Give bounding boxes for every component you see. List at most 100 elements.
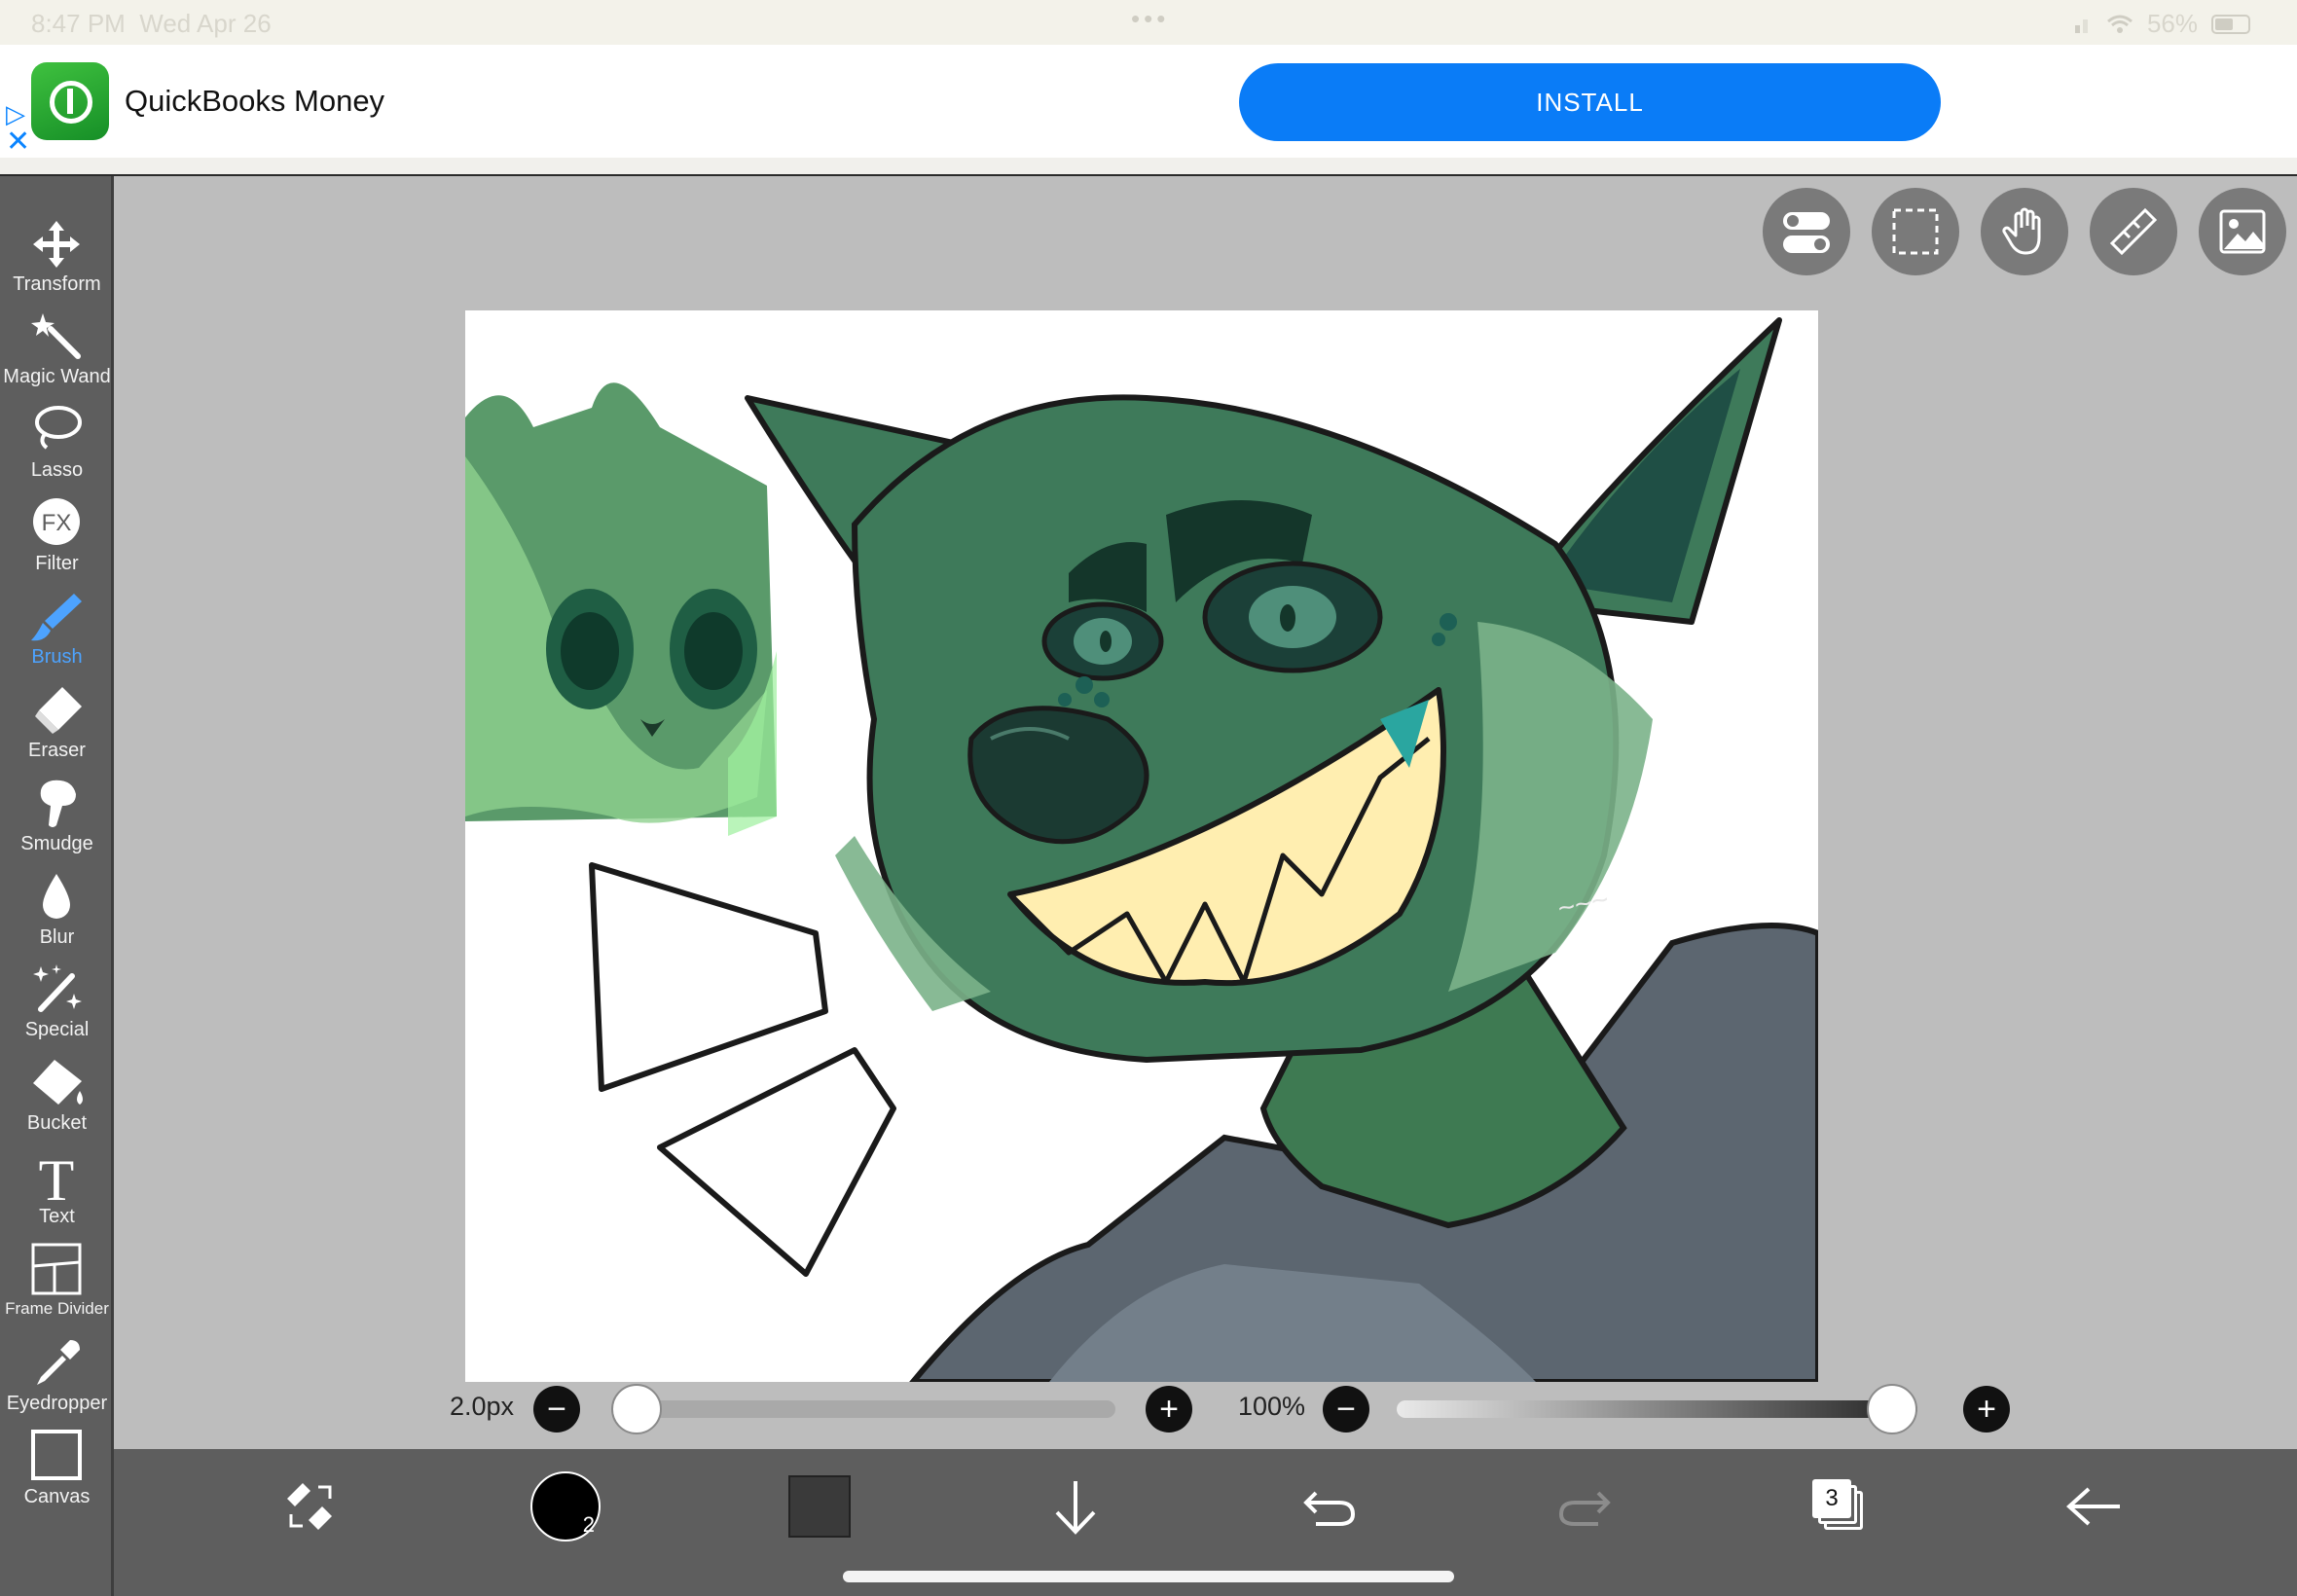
tool-frame-divider[interactable]: Frame Divider [0, 1243, 114, 1334]
tool-label: Bucket [26, 1112, 88, 1134]
battery-percent: 56% [2146, 9, 2198, 38]
tool-label: Blur [39, 926, 75, 948]
lasso-icon [35, 406, 82, 450]
ad-banner-shadow [0, 158, 2297, 174]
selection-icon [1892, 208, 1939, 255]
tool-filter[interactable]: FX Filter [0, 496, 114, 588]
opacity-increase-button[interactable]: + [1963, 1386, 2010, 1433]
download-button[interactable] [1037, 1468, 1114, 1545]
tool-text[interactable]: T Text [0, 1149, 114, 1241]
brush-picker-button[interactable]: 2 [527, 1468, 604, 1545]
toggles-icon [1783, 212, 1830, 253]
tool-magic-wand[interactable]: Magic Wand [0, 309, 114, 401]
tool-label: Lasso [30, 459, 84, 481]
selection-button[interactable] [1872, 188, 1959, 275]
svg-text:T: T [39, 1149, 75, 1204]
tool-lasso[interactable]: Lasso [0, 403, 114, 494]
smudge-icon [40, 780, 76, 827]
quickbooks-app-icon[interactable] [31, 62, 109, 140]
tool-sidebar: Transform Magic Wand Lasso FX Filter Bru… [0, 176, 114, 1596]
install-button[interactable]: INSTALL [1239, 63, 1941, 141]
multitasking-dots[interactable]: ••• [1131, 4, 1169, 34]
arrow-down-icon [1055, 1481, 1096, 1535]
tool-blur[interactable]: Blur [0, 870, 114, 961]
tool-label: Brush [31, 646, 83, 668]
arrow-left-icon [2066, 1487, 2120, 1526]
home-indicator[interactable] [843, 1571, 1454, 1582]
ruler-icon [2109, 207, 2158, 256]
fx-icon: FX [33, 498, 80, 545]
tool-label: Smudge [20, 833, 93, 854]
svg-text:FX: FX [42, 510, 72, 536]
layers-button[interactable]: 3 [1801, 1468, 1878, 1545]
plus-icon: + [1977, 1391, 1996, 1428]
brush-icon [31, 594, 82, 641]
status-time: 8:47 PM Wed Apr 26 [31, 9, 272, 38]
color-swatch-button[interactable] [781, 1468, 858, 1545]
layers-icon: 3 [1812, 1479, 1867, 1534]
image-icon [2219, 209, 2266, 254]
ad-divider [0, 174, 2297, 176]
tool-label: Transform [13, 273, 101, 295]
redo-icon [1558, 1491, 1611, 1526]
undo-button[interactable] [1291, 1468, 1368, 1545]
minus-icon: − [547, 1391, 566, 1428]
magic-wand-icon [31, 313, 81, 359]
tool-smudge[interactable]: Smudge [0, 777, 114, 868]
text-icon: T [39, 1149, 75, 1204]
move-arrows-icon [33, 221, 80, 268]
eraser-icon [35, 687, 82, 734]
brush-size-label: 2.0px [450, 1392, 515, 1421]
tool-eraser[interactable]: Eraser [0, 683, 114, 775]
canvas-icon [31, 1430, 82, 1480]
tool-label: Canvas [23, 1486, 91, 1507]
drawing-canvas[interactable]: ~~~ [465, 310, 1818, 1382]
tool-label: Filter [35, 553, 79, 574]
hand-tool-button[interactable] [1981, 188, 2068, 275]
layer-settings-button[interactable] [1763, 188, 1850, 275]
ruler-button[interactable] [2090, 188, 2177, 275]
brush-eraser-swap-button[interactable] [272, 1468, 349, 1545]
status-right: 56% [2073, 9, 2250, 39]
status-bar: 8:47 PM Wed Apr 26 ••• 56% [0, 0, 2297, 45]
brush-size-slider[interactable] [611, 1400, 1115, 1418]
brush-size-increase-button[interactable]: + [1146, 1386, 1192, 1433]
tool-transform[interactable]: Transform [0, 217, 114, 308]
tool-brush[interactable]: Brush [0, 590, 114, 681]
tool-label: Magic Wand [3, 366, 111, 387]
eyedropper-icon [37, 1340, 80, 1385]
signal-icon [2074, 18, 2088, 33]
redo-button[interactable] [1546, 1468, 1623, 1545]
tool-label: Special [24, 1019, 90, 1040]
reference-sketch [465, 382, 777, 836]
opacity-label: 100% [1238, 1392, 1306, 1421]
tool-label: Eraser [28, 740, 86, 761]
brush-size-knob[interactable] [611, 1384, 662, 1434]
opacity-decrease-button[interactable]: − [1323, 1386, 1369, 1433]
brush-size-decrease-button[interactable]: − [533, 1386, 580, 1433]
primary-color-dot: 2 [530, 1471, 601, 1542]
ad-app-name[interactable]: QuickBooks Money [125, 84, 384, 119]
artwork: ~~~ [465, 317, 1818, 1382]
minus-icon: − [1336, 1391, 1356, 1428]
plus-icon: + [1159, 1391, 1179, 1428]
hand-icon [2002, 207, 2041, 255]
color-swatch [788, 1475, 851, 1538]
tool-label: Frame Divider [5, 1299, 109, 1318]
opacity-knob[interactable] [1867, 1384, 1917, 1434]
opacity-slider[interactable] [1397, 1400, 1917, 1418]
close-icon[interactable]: ✕ [6, 125, 30, 159]
back-button[interactable] [2056, 1468, 2133, 1545]
bucket-icon [33, 1060, 83, 1105]
tool-eyedropper[interactable]: Eyedropper [0, 1336, 114, 1428]
image-button[interactable] [2199, 188, 2286, 275]
brush-swap-icon [287, 1483, 332, 1530]
undo-icon [1303, 1491, 1356, 1526]
layer-count: 3 [1812, 1479, 1851, 1518]
brush-badge: 2 [582, 1512, 595, 1537]
tool-bucket[interactable]: Bucket [0, 1056, 114, 1147]
frame-divider-icon [31, 1243, 82, 1295]
drop-icon [43, 874, 70, 919]
tool-special[interactable]: Special [0, 962, 114, 1054]
tool-canvas[interactable]: Canvas [0, 1430, 114, 1521]
